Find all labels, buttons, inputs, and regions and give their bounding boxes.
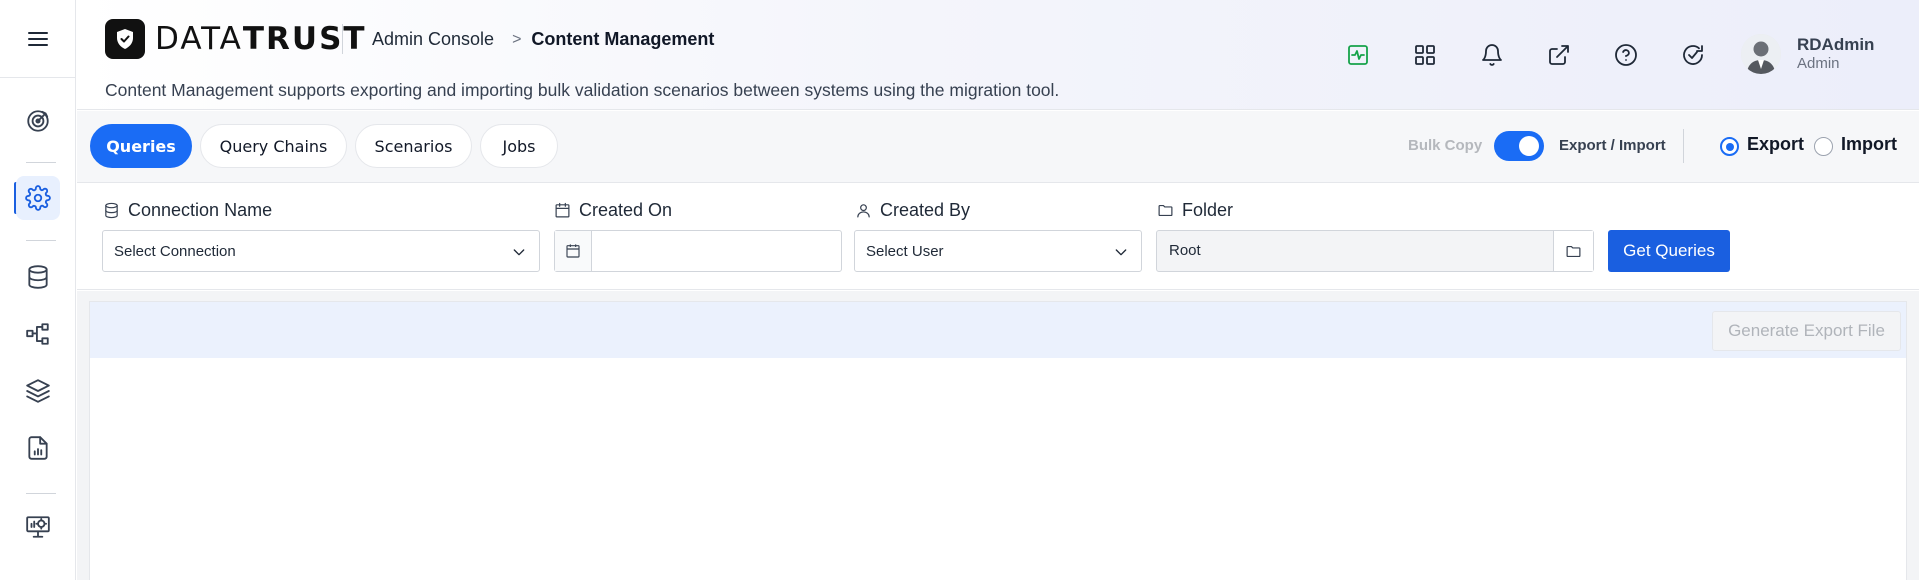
database-icon <box>105 202 118 219</box>
results-panel-header: Generate Export File <box>90 302 1906 358</box>
browse-folder-button[interactable] <box>1553 231 1593 271</box>
bulk-copy-label: Bulk Copy <box>1408 137 1483 154</box>
created-on-label: Created On <box>554 200 672 221</box>
tab-jobs[interactable]: Jobs <box>480 124 558 168</box>
user-name[interactable]: RDAdmin <box>1797 35 1874 55</box>
layers-icon <box>26 379 50 403</box>
created-by-select-value: Select User <box>866 242 944 260</box>
sidebar-divider <box>26 240 56 241</box>
chevron-right-icon: > <box>512 30 522 48</box>
sidebar-divider <box>26 162 56 163</box>
chevron-down-icon <box>1115 249 1127 256</box>
created-on-label-text: Created On <box>579 200 673 220</box>
shield-logo-icon <box>105 19 145 59</box>
export-import-label: Export / Import <box>1559 137 1666 154</box>
notifications-button[interactable] <box>1477 40 1507 70</box>
bell-icon <box>1482 44 1502 66</box>
brand-logo[interactable]: DATATRUST <box>105 19 367 59</box>
user-icon <box>857 204 870 218</box>
import-radio-label[interactable]: Import <box>1841 134 1897 155</box>
export-import-toggle[interactable] <box>1494 131 1544 161</box>
sync-button[interactable] <box>1678 40 1708 70</box>
brand-name-part: TRUST <box>242 21 367 57</box>
get-queries-button[interactable]: Get Queries <box>1608 230 1730 272</box>
sidebar-item-dashboard[interactable] <box>16 99 60 143</box>
created-by-label-text: Created By <box>880 200 971 220</box>
activity-button[interactable] <box>1343 40 1373 70</box>
hamburger-menu-icon <box>28 31 48 46</box>
export-radio-label[interactable]: Export <box>1747 134 1804 155</box>
user-avatar-icon <box>1741 34 1781 74</box>
created-by-select[interactable]: Select User <box>854 230 1142 272</box>
filter-bar: Connection Name Select Connection Create… <box>77 184 1919 290</box>
apps-button[interactable] <box>1410 40 1440 70</box>
folder-label: Folder <box>1157 200 1233 221</box>
external-link-icon <box>1549 45 1569 65</box>
created-on-date-field <box>554 230 842 272</box>
sidebar-item-monitoring[interactable] <box>16 505 60 549</box>
calendar-icon <box>566 244 580 258</box>
connection-select-value: Select Connection <box>114 242 236 260</box>
hierarchy-icon <box>26 323 49 345</box>
database-icon <box>28 265 48 289</box>
connection-name-label: Connection Name <box>103 200 272 221</box>
tab-scenarios[interactable]: Scenarios <box>355 124 472 168</box>
user-role: Admin <box>1797 55 1840 72</box>
import-radio[interactable] <box>1814 137 1833 156</box>
toggle-knob <box>1519 136 1539 156</box>
tab-queries[interactable]: Queries <box>90 124 192 168</box>
app-header: DATATRUST Admin Console > Content Manage… <box>77 0 1919 110</box>
menu-toggle-button[interactable] <box>0 0 76 78</box>
report-icon <box>28 436 48 460</box>
target-icon <box>27 110 49 132</box>
breadcrumb-current: Content Management <box>531 29 715 49</box>
page-description: Content Management supports exporting an… <box>105 80 1060 100</box>
connection-select[interactable]: Select Connection <box>102 230 540 272</box>
sidebar-divider <box>26 493 56 494</box>
sidebar-item-lineage[interactable] <box>16 312 60 356</box>
sidebar-item-connections[interactable] <box>16 255 60 299</box>
brand-name-part: DATA <box>155 21 243 57</box>
open-external-button[interactable] <box>1544 40 1574 70</box>
export-radio[interactable] <box>1720 137 1739 156</box>
sidebar-item-layers[interactable] <box>16 369 60 413</box>
brand-name: DATATRUST <box>155 21 367 57</box>
created-by-label: Created By <box>855 200 970 221</box>
folder-input[interactable]: Root <box>1169 242 1201 259</box>
help-button[interactable] <box>1611 40 1641 70</box>
breadcrumb-root[interactable]: Admin Console <box>372 29 494 50</box>
folder-label-text: Folder <box>1182 200 1234 220</box>
folder-icon <box>1158 204 1173 217</box>
content-tabs-bar: Queries Query Chains Scenarios Jobs Bulk… <box>77 111 1919 183</box>
folder-icon <box>1566 245 1581 257</box>
generate-export-file-button[interactable]: Generate Export File <box>1712 311 1901 351</box>
sidebar-item-admin-settings[interactable] <box>16 176 60 220</box>
avatar[interactable] <box>1741 34 1781 74</box>
divider <box>1683 129 1684 163</box>
gear-icon <box>25 185 51 211</box>
help-icon <box>1615 44 1637 66</box>
activity-icon <box>1348 45 1368 65</box>
calendar-icon <box>555 202 570 218</box>
monitor-icon <box>26 516 50 538</box>
chevron-down-icon <box>513 249 525 256</box>
breadcrumb: Admin Console > Content Management <box>372 29 714 50</box>
header-divider <box>342 24 343 54</box>
sidebar <box>0 0 76 580</box>
results-panel: Generate Export File <box>89 301 1907 580</box>
date-picker-button[interactable] <box>555 231 592 271</box>
sidebar-item-reports[interactable] <box>16 426 60 470</box>
connection-name-label-text: Connection Name <box>128 200 273 220</box>
refresh-check-icon <box>1683 45 1703 65</box>
apps-grid-icon <box>1415 45 1435 65</box>
tab-query-chains[interactable]: Query Chains <box>200 124 347 168</box>
folder-field: Root <box>1156 230 1594 272</box>
